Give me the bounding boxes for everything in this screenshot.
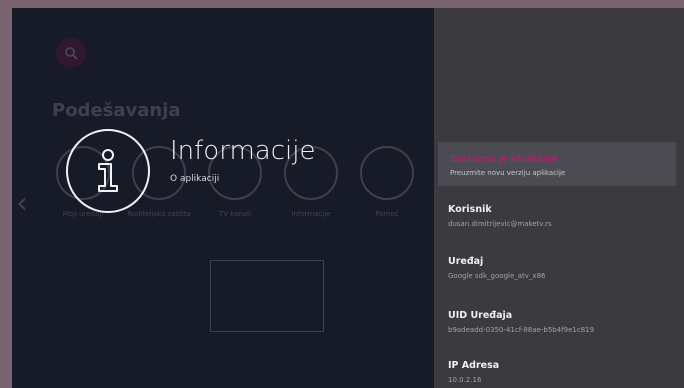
page-subtitle: O aplikaciji (170, 174, 220, 184)
device-uid-item[interactable]: UID Uređaja b9adeadd-0350-41cf-88ae-b5b4… (434, 300, 684, 344)
ip-address-item[interactable]: IP Adresa 10.0.2.16 (434, 350, 684, 388)
device-item[interactable]: Uređaj Google sdk_google_atv_x86 (434, 246, 684, 290)
user-item[interactable]: Korisnik dusan.dimitrijevic@maketv.rs (434, 194, 684, 238)
background-tile-label: Pomoć (375, 210, 399, 218)
info-icon (66, 129, 150, 213)
device-value: Google sdk_google_atv_x86 (448, 272, 546, 280)
update-subtitle: Preuzmite novu verziju aplikacije (450, 169, 566, 177)
background-tile-label: Informacije (291, 210, 331, 218)
ip-address-value: 10.0.2.16 (448, 376, 482, 384)
help-icon (360, 146, 414, 200)
info-panel: Dostupno je ažuriranje Preuzmite novu ve… (434, 8, 684, 388)
user-title: Korisnik (448, 204, 492, 215)
chevron-left-icon: ‹ (16, 186, 28, 221)
search-button (56, 38, 86, 68)
search-icon (65, 47, 78, 60)
update-item[interactable]: Dostupno je ažuriranje Preuzmite novu ve… (438, 142, 676, 186)
background-title: Podešavanja (52, 100, 181, 121)
ip-address-title: IP Adresa (448, 360, 500, 371)
background-tile: Pomoć (352, 146, 422, 219)
user-email: dusan.dimitrijevic@maketv.rs (448, 220, 552, 228)
tv-screen: Podešavanja ‹ Moji uređaji Roditeljska z… (12, 8, 684, 388)
device-uid-title: UID Uređaja (448, 310, 513, 321)
device-uid-value: b9adeadd-0350-41cf-88ae-b5b4f9e1c819 (448, 326, 595, 334)
update-title: Dostupno je ažuriranje (450, 154, 558, 165)
device-title: Uređaj (448, 256, 484, 267)
background-tile-label: Roditeljska zaštita (127, 210, 191, 218)
page-title: Informacije (170, 136, 316, 166)
background-tile-label: TV kanali (218, 210, 252, 218)
background-preview (210, 260, 324, 332)
